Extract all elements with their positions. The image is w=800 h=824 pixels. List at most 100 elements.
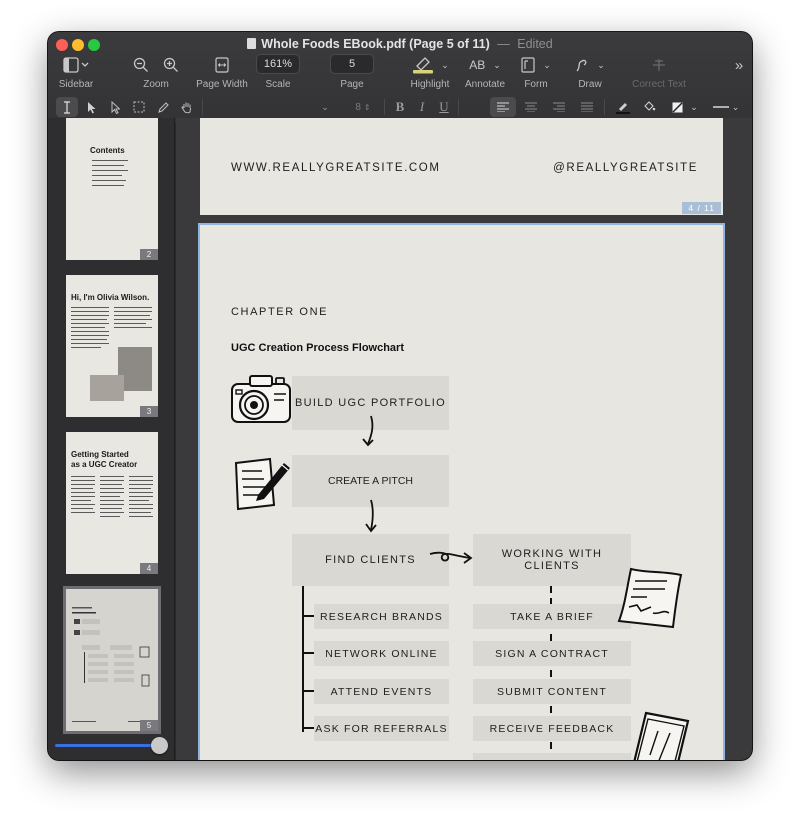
fill-color-button[interactable]	[638, 97, 660, 117]
italic-button[interactable]: I	[412, 97, 432, 117]
align-left-icon	[497, 102, 509, 112]
task-network-online: NETWORK ONLINE	[314, 641, 449, 666]
outline-pointer-icon	[111, 100, 120, 114]
thumbnail-3-group-photo	[90, 375, 124, 401]
page-width-label: Page Width	[196, 79, 248, 90]
correct-text-label: Correct Text	[632, 79, 686, 90]
pdf-page-4: WWW.REALLYGREATSITE.COM @REALLYGREATSITE…	[200, 118, 723, 215]
bold-button[interactable]: B	[390, 97, 410, 117]
paint-bucket-icon	[644, 101, 656, 111]
stroke-color-button[interactable]	[612, 97, 634, 117]
sidebar-toggle[interactable]: Sidebar	[56, 54, 96, 90]
thumbnail-4-heading: Getting Started as a UGC Creator	[71, 450, 137, 470]
zoom-control[interactable]: Zoom	[130, 54, 182, 90]
pencil-tool[interactable]	[154, 97, 172, 117]
highlight-chevron-icon[interactable]: ⌄	[441, 60, 449, 71]
window-title-text: Whole Foods EBook.pdf (Page 5 of 11)	[261, 37, 490, 51]
draw-tool[interactable]: ⌄ Draw	[570, 54, 610, 90]
annotate-text-icon: AB	[469, 58, 486, 72]
thumbnail-5-flowchart-preview	[72, 607, 150, 722]
page-number-field[interactable]: 5	[330, 54, 374, 74]
line-style-button[interactable]: ⌄	[708, 97, 744, 117]
font-size-field[interactable]: 8 ⇕	[348, 97, 378, 117]
align-center-icon	[525, 102, 537, 112]
thumbnail-4-heading-line-2: as a UGC Creator	[71, 460, 138, 469]
draw-label: Draw	[578, 79, 602, 90]
thumbnail-4-heading-line-1: Getting Started	[71, 450, 129, 459]
pencil-icon	[157, 101, 169, 113]
marquee-select-icon	[133, 101, 145, 113]
align-right-button[interactable]	[548, 97, 570, 117]
page-label: Page	[340, 79, 364, 90]
curved-arrow-down-2-icon	[365, 499, 377, 533]
border-style-button[interactable]	[668, 97, 686, 117]
font-family-dropdown[interactable]: ⌄	[318, 97, 332, 117]
text-select-tool[interactable]	[56, 97, 78, 117]
form-label: Form	[524, 79, 548, 90]
working-with-clients: WORKING WITH CLIENTS	[473, 534, 631, 586]
page-indicator-badge: 4 / 11	[682, 202, 721, 214]
form-chevron-icon[interactable]: ⌄	[543, 60, 551, 71]
thumbnail-page-2[interactable]: Contents 2	[66, 118, 158, 260]
border-style-chevron-icon[interactable]: ⌄	[688, 97, 700, 117]
pdf-viewer-window: Whole Foods EBook.pdf (Page 5 of 11) — E…	[48, 32, 752, 760]
hand-tool[interactable]	[178, 97, 196, 117]
thumbnail-size-slider-knob[interactable]	[151, 737, 168, 754]
correct-text-button[interactable]: Correct Text	[628, 54, 690, 90]
underline-button[interactable]: U	[434, 97, 454, 117]
pdf-page-5: CHAPTER ONE UGC Creation Process Flowcha…	[198, 223, 725, 760]
zoom-in-icon[interactable]	[163, 57, 179, 73]
text-cursor-icon	[64, 100, 70, 114]
arrow-tool[interactable]	[82, 97, 100, 117]
scale-control[interactable]: 161% Scale	[256, 54, 300, 90]
font-size-stepper-icon[interactable]: ⇕	[364, 103, 371, 112]
thumbnail-3-page-number: 3	[140, 406, 158, 417]
scale-label: Scale	[265, 79, 291, 90]
thumbnail-size-slider-track[interactable]	[55, 744, 161, 747]
justify-button[interactable]	[576, 97, 598, 117]
sidebar-icon	[63, 57, 89, 73]
more-chevrons-icon[interactable]: »	[732, 54, 746, 76]
annotate-chevron-icon[interactable]: ⌄	[493, 60, 501, 71]
page-control[interactable]: 5 Page	[330, 54, 374, 90]
align-left-button[interactable]	[490, 97, 516, 117]
form-tool[interactable]: ⌄ Form	[518, 54, 554, 90]
document-view[interactable]: WWW.REALLYGREATSITE.COM @REALLYGREATSITE…	[176, 118, 752, 760]
line-style-icon	[712, 106, 729, 108]
task-receive-feedback: RECEIVE FEEDBACK	[473, 716, 631, 741]
select-tool[interactable]	[106, 97, 124, 117]
font-size-value: 8	[355, 101, 361, 113]
draw-chevron-icon[interactable]: ⌄	[597, 60, 605, 71]
social-handle-text: @REALLYGREATSITE	[553, 162, 698, 174]
window-title: Whole Foods EBook.pdf (Page 5 of 11) — E…	[48, 37, 752, 51]
task-take-a-brief: TAKE A BRIEF	[473, 604, 631, 629]
draw-icon	[576, 59, 587, 72]
arrow-pointer-icon	[87, 101, 95, 113]
scale-field[interactable]: 161%	[256, 54, 300, 74]
zoom-label: Zoom	[143, 79, 169, 90]
thumbnail-page-4[interactable]: Getting Started as a UGC Creator 4	[66, 432, 158, 574]
correct-text-icon	[653, 59, 665, 71]
chapter-heading: CHAPTER ONE	[231, 306, 329, 318]
page-width-icon	[215, 57, 229, 73]
edited-status: Edited	[517, 37, 553, 51]
task-research-brands: RESEARCH BRANDS	[314, 604, 449, 629]
more-tools-button[interactable]: »	[732, 54, 746, 76]
page-width-button[interactable]: Page Width	[194, 54, 250, 90]
title-toolbar: Whole Foods EBook.pdf (Page 5 of 11) — E…	[48, 32, 752, 125]
task-sign-a-contract: SIGN A CONTRACT	[473, 641, 631, 666]
task-ask-for-referrals: ASK FOR REFERRALS	[314, 716, 449, 741]
line-style-chevron-icon[interactable]: ⌄	[732, 102, 740, 113]
form-icon	[521, 57, 535, 73]
marquee-tool[interactable]	[130, 97, 148, 117]
thumbnail-sidebar: Contents 2 Hi, I'm Olivia Wilson. 3 Gett…	[48, 118, 175, 760]
thumbnail-page-5[interactable]: 5	[63, 586, 161, 734]
highlight-tool[interactable]: ⌄ Highlight	[404, 54, 456, 90]
thumbnail-page-3[interactable]: Hi, I'm Olivia Wilson. 3	[66, 275, 158, 417]
zoom-out-icon[interactable]	[133, 57, 149, 73]
task-attend-events: ATTEND EVENTS	[314, 679, 449, 704]
align-right-icon	[553, 102, 565, 112]
align-center-button[interactable]	[520, 97, 542, 117]
thumbnail-2-heading: Contents	[90, 146, 125, 155]
annotate-tool[interactable]: AB ⌄ Annotate	[460, 54, 510, 90]
